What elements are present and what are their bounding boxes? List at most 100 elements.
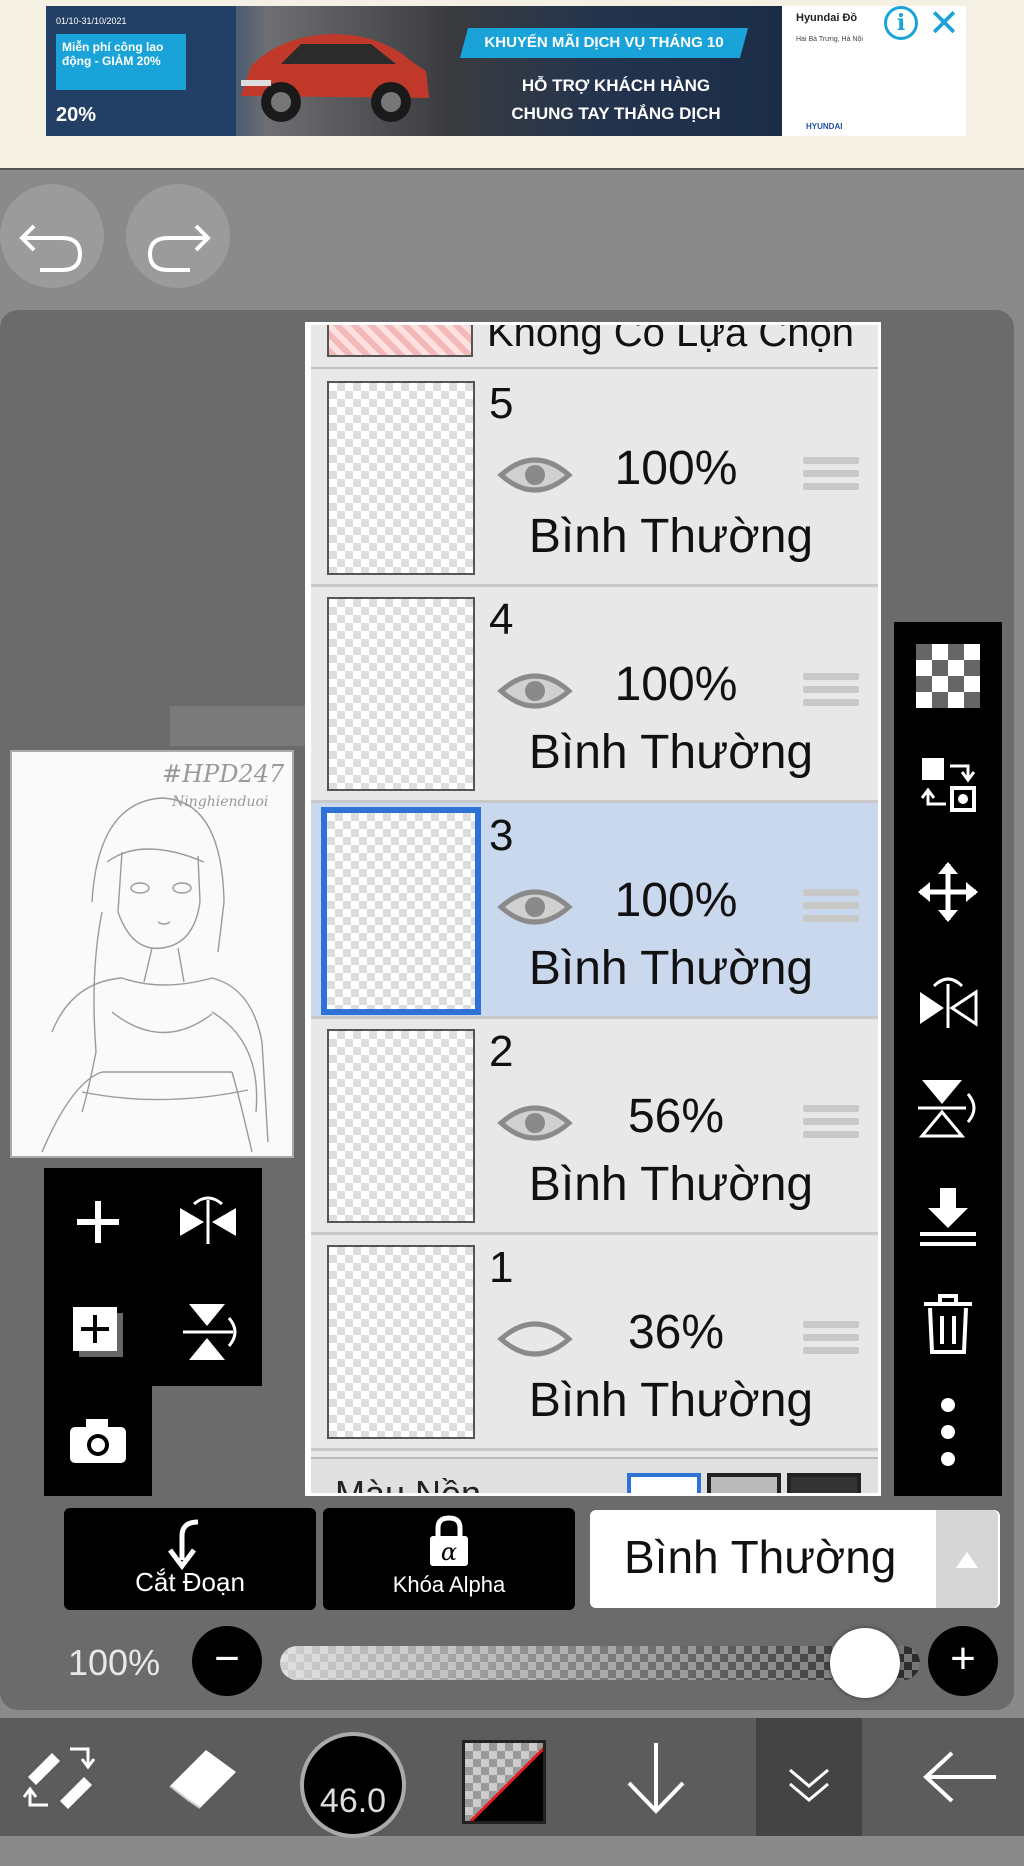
flip-vertical-button[interactable] — [154, 1278, 262, 1386]
layer-row[interactable]: 5 100% Bình Thường — [311, 371, 878, 587]
svg-text:Ninghienduoi: Ninghienduoi — [171, 794, 268, 810]
ad-info-icon[interactable]: i — [884, 6, 918, 40]
eraser-button[interactable] — [142, 1718, 262, 1836]
layer-row[interactable]: 2 56% Bình Thường — [311, 1019, 878, 1235]
background-color-row[interactable]: Màu Nền — [311, 1457, 878, 1496]
ad-percent: 20% — [56, 104, 97, 126]
blend-mode-dropdown[interactable] — [936, 1510, 998, 1608]
triangle-up-icon — [956, 1552, 978, 1568]
ad-brand-sub: Hai Bà Trưng, Hà Nội — [796, 36, 863, 43]
layer-row[interactable]: 4 100% Bình Thường — [311, 587, 878, 803]
layer-opacity[interactable]: 36% — [601, 1305, 751, 1360]
ad-brand: Hyundai Đồ — [796, 12, 858, 24]
flip-vertical-icon — [918, 1080, 976, 1138]
trash-icon — [924, 1294, 972, 1354]
background-white-swatch[interactable] — [627, 1473, 701, 1493]
add-layer-button[interactable] — [44, 1168, 152, 1276]
chevron-double-down-icon — [789, 1768, 829, 1802]
move-button[interactable] — [894, 838, 1002, 946]
clipping-button[interactable]: Cắt Đoạn — [64, 1508, 316, 1610]
layer-thumbnail — [327, 1029, 475, 1223]
drag-handle-icon[interactable] — [803, 889, 859, 933]
layer-blend-mode[interactable]: Bình Thường — [501, 509, 841, 564]
clip-arrow-icon — [168, 1519, 199, 1571]
merge-down-icon — [920, 1188, 976, 1246]
eye-icon[interactable] — [497, 667, 573, 715]
background-dark-swatch[interactable] — [787, 1473, 861, 1493]
opacity-decrease-button[interactable]: − — [192, 1626, 262, 1696]
layer-opacity[interactable]: 56% — [601, 1089, 751, 1144]
brush-size-indicator[interactable]: 46.0 — [300, 1732, 406, 1838]
redo-button[interactable] — [126, 184, 230, 288]
ad-promo-strip: KHUYẾN MÃI DỊCH VỤ THÁNG 10 — [459, 28, 749, 58]
alpha-lock-label: Khóa Alpha — [392, 1572, 506, 1597]
camera-icon — [70, 1419, 126, 1463]
drag-handle-icon[interactable] — [803, 1105, 859, 1149]
ad-headline-1: HỖ TRỢ KHÁCH HÀNG — [521, 76, 711, 95]
ad-footer: HYUNDAI — [806, 122, 843, 131]
drag-handle-icon[interactable] — [803, 673, 859, 717]
layer-blend-mode[interactable]: Bình Thường — [501, 725, 841, 780]
opacity-increase-button[interactable]: + — [928, 1626, 998, 1696]
layer-thumbnail — [327, 1245, 475, 1439]
tool-switch-button[interactable] — [0, 1718, 120, 1836]
layers-menu-button[interactable] — [756, 1718, 862, 1836]
clipping-label: Cắt Đoạn — [135, 1567, 245, 1597]
drag-handle-icon[interactable] — [803, 457, 859, 501]
layer-opacity[interactable]: 100% — [601, 657, 751, 712]
eye-icon[interactable] — [497, 1099, 573, 1147]
duplicate-layer-button[interactable] — [44, 1278, 152, 1386]
layers-list[interactable]: Không Có Lựa Chọn 5 100% Bình Thường 4 100% B… — [305, 322, 881, 1496]
opacity-slider-handle[interactable] — [830, 1628, 900, 1698]
layer-number: 3 — [489, 811, 514, 860]
delete-layer-button[interactable] — [894, 1270, 1002, 1378]
flip-horizontal-button[interactable] — [154, 1168, 262, 1276]
ad-banner[interactable]: 01/10-31/10/2021 Miễn phí công lao động … — [0, 0, 1024, 170]
plus-icon — [77, 1201, 119, 1243]
layer-tools-panel-lower — [44, 1386, 152, 1496]
background-checker-swatch[interactable] — [707, 1473, 781, 1493]
eye-icon[interactable] — [497, 451, 573, 499]
layer-opacity[interactable]: 100% — [601, 441, 751, 496]
layer-row[interactable]: 1 36% Bình Thường — [311, 1235, 878, 1451]
redo-icon — [147, 224, 211, 272]
layer-opacity[interactable]: 100% — [601, 873, 751, 928]
flip-vertical-icon — [183, 1304, 237, 1360]
ad-headline-2: CHUNG TAY THẮNG DỊCH — [511, 104, 721, 123]
flip-layer-horizontal-button[interactable] — [894, 946, 1002, 1054]
ad-badge: Miễn phí công lao động - GIẢM 20% — [56, 34, 186, 90]
swap-layer-button[interactable] — [894, 730, 1002, 838]
car-image — [241, 34, 429, 122]
move-down-button[interactable] — [596, 1718, 716, 1836]
layer-blend-mode[interactable]: Bình Thường — [501, 941, 841, 996]
color-swatch[interactable] — [462, 1740, 546, 1824]
opacity-value: 100% — [68, 1642, 161, 1683]
merge-down-button[interactable] — [894, 1162, 1002, 1270]
drag-handle-icon[interactable] — [803, 1321, 859, 1365]
layer-actions-toolbar — [894, 622, 1002, 1496]
layer-thumbnail — [321, 807, 481, 1015]
camera-button[interactable] — [44, 1386, 152, 1494]
ad-image[interactable]: 01/10-31/10/2021 Miễn phí công lao động … — [46, 6, 782, 136]
background-color-label: Màu Nền — [335, 1473, 482, 1496]
opacity-slider-track[interactable] — [280, 1646, 920, 1680]
layer-number: 1 — [489, 1243, 514, 1292]
selection-layer-thumbnail — [327, 325, 473, 357]
layer-blend-mode[interactable]: Bình Thường — [501, 1373, 841, 1428]
flip-layer-vertical-button[interactable] — [894, 1054, 1002, 1162]
canvas-preview[interactable]: #HPD247 Ninghienduoi — [10, 750, 294, 1158]
back-button[interactable] — [900, 1718, 1020, 1836]
selection-layer-label: Không Có Lựa Chọn — [487, 325, 855, 355]
eye-icon[interactable] — [497, 883, 573, 931]
alpha-lock-button[interactable]: α Khóa Alpha — [323, 1508, 575, 1610]
layer-row[interactable]: 3 100% Bình Thường — [311, 803, 878, 1019]
flip-horizontal-icon — [920, 977, 978, 1028]
transparency-button[interactable] — [894, 622, 1002, 730]
eye-outline-icon[interactable] — [497, 1315, 573, 1363]
undo-button[interactable] — [0, 184, 104, 288]
sketch-drawing: #HPD247 Ninghienduoi — [41, 760, 285, 1153]
selection-layer-row[interactable]: Không Có Lựa Chọn — [311, 325, 878, 369]
ad-close-icon[interactable]: ✕ — [924, 4, 964, 44]
more-options-button[interactable] — [894, 1378, 1002, 1486]
layer-blend-mode[interactable]: Bình Thường — [501, 1157, 841, 1212]
